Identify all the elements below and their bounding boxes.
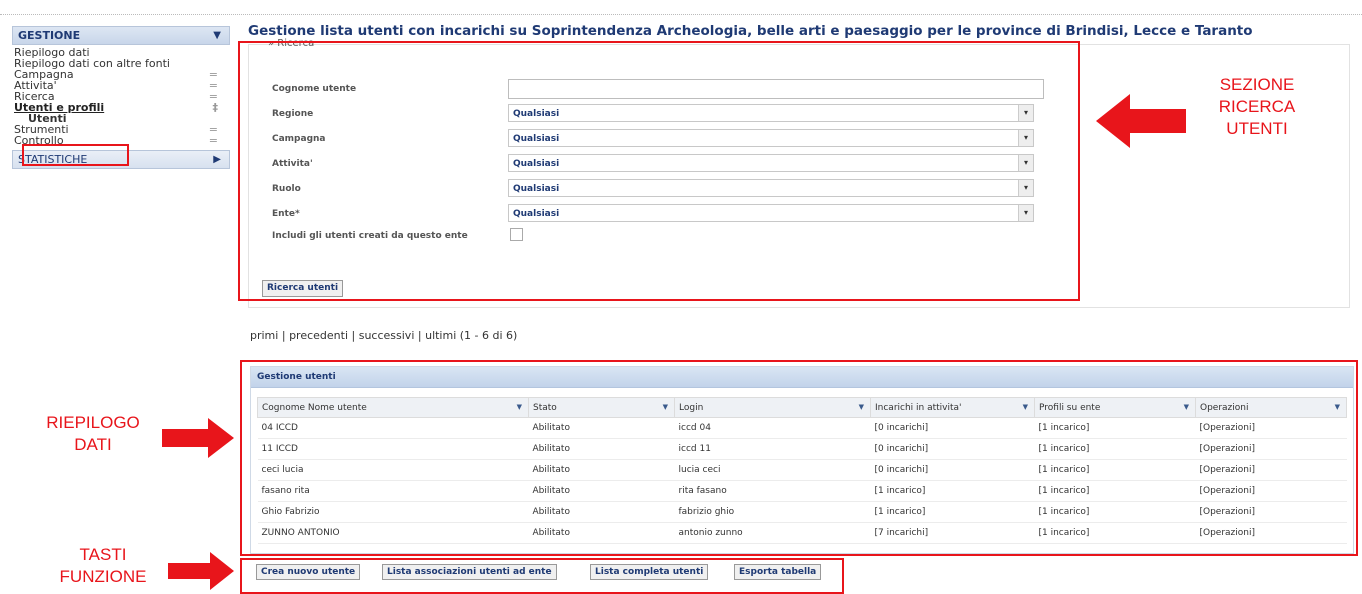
annotation-line: DATI <box>74 435 112 454</box>
highlight-search-section <box>238 41 1080 301</box>
highlight-utenti-menu <box>22 144 129 166</box>
annotation-sezione-ricerca: SEZIONE RICERCA UTENTI <box>1196 74 1318 140</box>
pager-separator: | <box>417 329 422 342</box>
annotation-line: RIEPILOGO <box>46 413 140 432</box>
arrow-right-icon <box>162 418 234 458</box>
pager-separator: | <box>351 329 356 342</box>
page-title: Gestione lista utenti con incarichi su S… <box>248 23 1253 39</box>
arrow-right-icon <box>168 552 234 590</box>
annotation-line: FUNZIONE <box>59 567 147 586</box>
expand-icon: = <box>208 134 218 147</box>
pager-last[interactable]: ultimi <box>425 329 456 342</box>
sidebar-section-label: GESTIONE <box>18 29 81 42</box>
pager-previous[interactable]: precedenti <box>289 329 348 342</box>
triangle-right-icon: ▶ <box>213 154 221 165</box>
annotation-line: RICERCA <box>1218 97 1296 116</box>
annotation-riepilogo: RIEPILOGO DATI <box>26 412 160 456</box>
highlight-table <box>240 360 1358 556</box>
sidebar-section-gestione[interactable]: GESTIONE ▼ <box>12 26 230 45</box>
annotation-line: SEZIONE <box>1219 75 1295 94</box>
triangle-down-icon: ▼ <box>213 30 221 41</box>
pager-next[interactable]: successivi <box>359 329 415 342</box>
arrow-left-icon <box>1096 94 1186 148</box>
expand-icon: ‡ <box>212 101 219 114</box>
annotation-tasti: TASTI FUNZIONE <box>38 544 168 588</box>
pager-separator: | <box>281 329 286 342</box>
pager-range: (1 - 6 di 6) <box>459 329 518 342</box>
annotation-line: UTENTI <box>1226 119 1288 138</box>
pager-first[interactable]: primi <box>250 329 278 342</box>
pagination: primi | precedenti | successivi | ultimi… <box>250 329 517 342</box>
top-divider <box>0 0 1362 15</box>
annotation-line: TASTI <box>79 545 127 564</box>
highlight-buttons <box>240 558 844 594</box>
